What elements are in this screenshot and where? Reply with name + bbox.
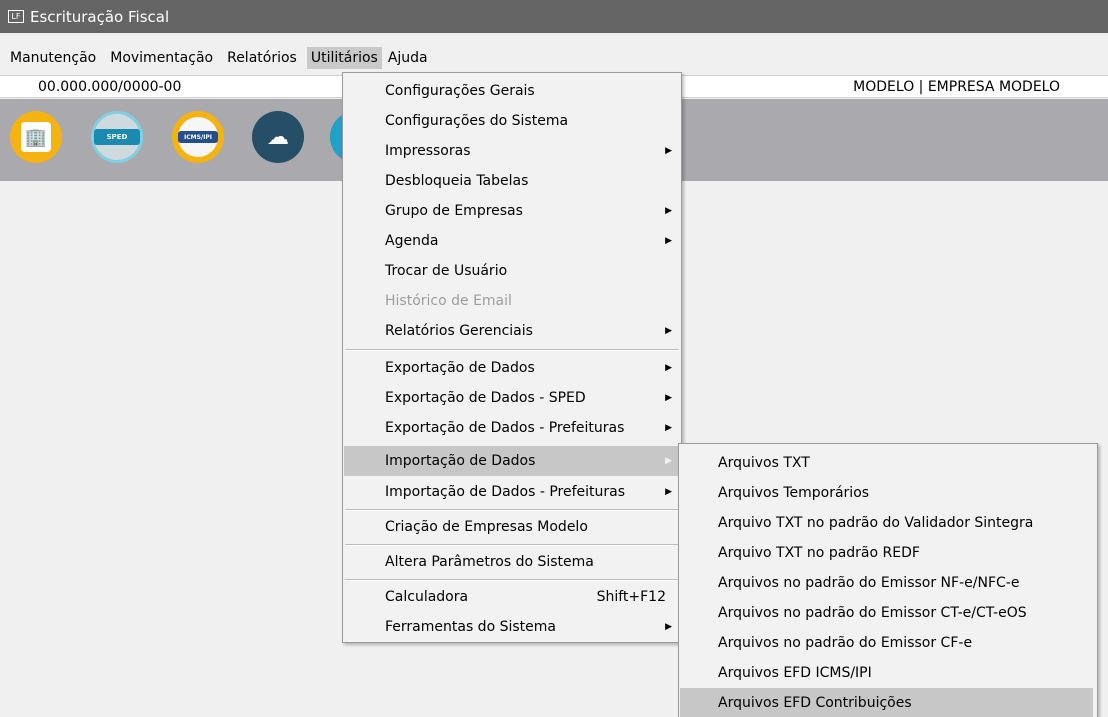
menu-item-configuracoes-sistema[interactable]: Configurações do Sistema [344, 106, 680, 136]
submenu-arrow-icon: ▶ [665, 236, 672, 246]
menu-item-importacao-dados[interactable]: Importação de Dados ▶ [344, 446, 680, 476]
menu-item-ferramentas-sistema[interactable]: Ferramentas do Sistema ▶ [344, 612, 680, 642]
submenu-arrow-icon: ▶ [665, 326, 672, 336]
sped-label: SPED [94, 129, 140, 145]
menu-item-configuracoes-gerais[interactable]: Configurações Gerais [344, 76, 680, 106]
menu-separator [345, 579, 679, 581]
company-name-label: MODELO | EMPRESA MODELO [853, 79, 1060, 95]
menu-item-relatorios-gerenciais[interactable]: Relatórios Gerenciais ▶ [344, 316, 680, 346]
submenu-arrow-icon: ▶ [665, 393, 672, 403]
shortcut-label: Shift+F12 [596, 589, 666, 605]
submenu-arrow-icon: ▶ [665, 363, 672, 373]
menu-item-trocar-usuario[interactable]: Trocar de Usuário [344, 256, 680, 286]
menu-separator [345, 544, 679, 546]
submenu-arrow-icon: ▶ [665, 487, 672, 497]
menu-item-exportacao-sped[interactable]: Exportação de Dados - SPED ▶ [344, 383, 680, 413]
menu-bar: Manutenção Movimentação Relatórios Utili… [0, 45, 1108, 70]
menu-manutencao[interactable]: Manutenção [10, 47, 104, 69]
submenu-item-emissor-cfe[interactable]: Arquivos no padrão do Emissor CF-e [680, 628, 1096, 658]
importacao-dados-submenu: Arquivos TXT Arquivos Temporários Arquiv… [678, 443, 1098, 717]
title-bar: LF Escrituração Fiscal [0, 0, 1108, 33]
app-logo-icon: LF [8, 10, 24, 23]
cloud-xml-icon[interactable]: ☁ [252, 111, 304, 163]
menu-item-exportacao-dados[interactable]: Exportação de Dados ▶ [344, 353, 680, 383]
sped-contribuicoes-icon[interactable]: SPED [91, 111, 143, 163]
menu-item-exportacao-prefeituras[interactable]: Exportação de Dados - Prefeituras ▶ [344, 413, 680, 443]
submenu-arrow-icon: ▶ [665, 456, 672, 466]
cnpj-label: 00.000.000/0000-00 [38, 79, 182, 95]
menu-item-criacao-empresas-modelo[interactable]: Criação de Empresas Modelo [344, 512, 680, 542]
menu-ajuda[interactable]: Ajuda [388, 47, 436, 69]
submenu-arrow-icon: ▶ [665, 206, 672, 216]
menu-item-altera-parametros[interactable]: Altera Parâmetros do Sistema [344, 547, 680, 577]
utilitarios-dropdown: Configurações Gerais Configurações do Si… [342, 72, 682, 643]
icms-ipi-icon[interactable]: ICMS/IPI [172, 111, 224, 163]
menu-item-impressoras[interactable]: Impressoras ▶ [344, 136, 680, 166]
menu-item-grupo-empresas[interactable]: Grupo de Empresas ▶ [344, 196, 680, 226]
window-title: Escrituração Fiscal [30, 7, 170, 26]
submenu-item-arquivos-temporarios[interactable]: Arquivos Temporários [680, 478, 1096, 508]
icms-label: ICMS/IPI [178, 131, 218, 143]
submenu-item-efd-icms-ipi[interactable]: Arquivos EFD ICMS/IPI [680, 658, 1096, 688]
menu-item-desbloqueia-tabelas[interactable]: Desbloqueia Tabelas [344, 166, 680, 196]
submenu-arrow-icon: ▶ [665, 146, 672, 156]
menu-movimentacao[interactable]: Movimentação [110, 47, 221, 69]
menu-utilitarios[interactable]: Utilitários [306, 46, 382, 69]
building-glyph: 🏢 [21, 122, 51, 152]
menu-item-agenda[interactable]: Agenda ▶ [344, 226, 680, 256]
menu-separator [345, 509, 679, 511]
submenu-item-validador-sintegra[interactable]: Arquivo TXT no padrão do Validador Sinte… [680, 508, 1096, 538]
submenu-item-emissor-cte[interactable]: Arquivos no padrão do Emissor CT-e/CT-eO… [680, 598, 1096, 628]
cloud-glyph: ☁ [267, 124, 289, 150]
submenu-item-padrao-redf[interactable]: Arquivo TXT no padrão REDF [680, 538, 1096, 568]
menu-item-calculadora[interactable]: Calculadora Shift+F12 [344, 582, 680, 612]
menu-item-importacao-prefeituras[interactable]: Importação de Dados - Prefeituras ▶ [344, 477, 680, 507]
submenu-arrow-icon: ▶ [665, 423, 672, 433]
submenu-item-efd-contribuicoes[interactable]: Arquivos EFD Contribuições [680, 688, 1093, 717]
building-icon[interactable]: 🏢 [10, 111, 62, 163]
menu-item-historico-email: Histórico de Email [385, 293, 512, 309]
submenu-item-emissor-nfe[interactable]: Arquivos no padrão do Emissor NF-e/NFC-e [680, 568, 1096, 598]
submenu-item-arquivos-txt[interactable]: Arquivos TXT [680, 448, 1096, 478]
submenu-arrow-icon: ▶ [665, 622, 672, 632]
menu-relatorios[interactable]: Relatórios [227, 47, 305, 69]
menu-separator [345, 349, 679, 351]
